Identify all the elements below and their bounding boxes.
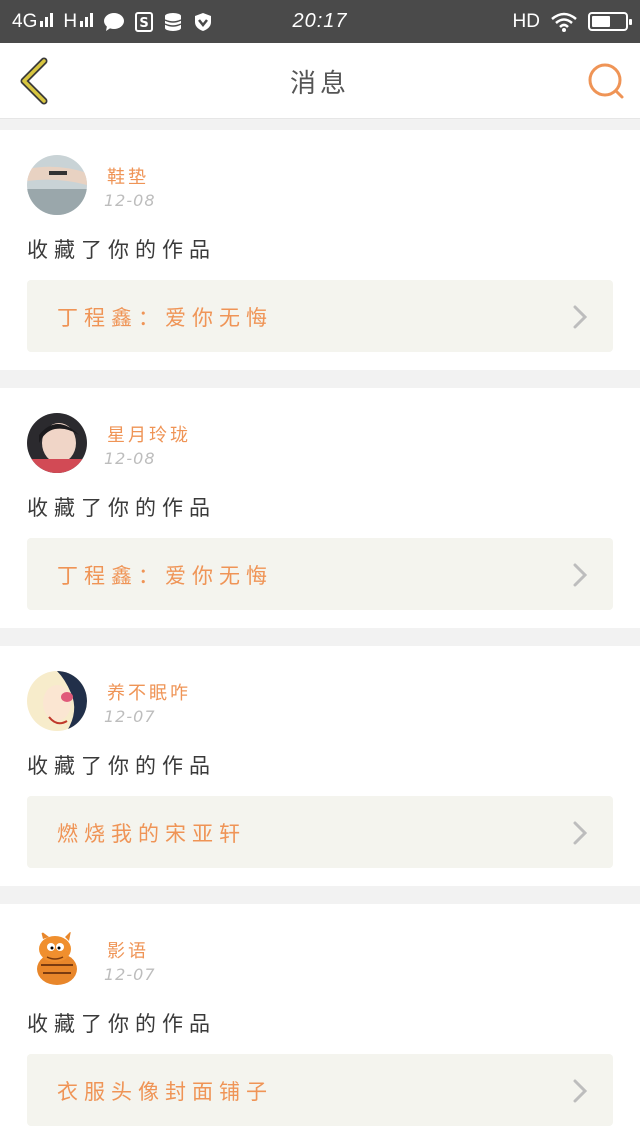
- work-title: 燃烧我的宋亚轩: [57, 822, 246, 846]
- chevron-right-icon: [573, 1079, 587, 1103]
- work-title: 衣服头像封面铺子: [57, 1080, 273, 1104]
- hd-label: HD: [512, 10, 540, 32]
- page-title: 消息: [289, 69, 350, 99]
- user-name[interactable]: 影语: [107, 937, 149, 963]
- user-name[interactable]: 养不眠咋: [107, 679, 191, 705]
- action-text: 收藏了你的作品: [27, 754, 216, 778]
- chevron-right-icon: [573, 563, 587, 587]
- user-name[interactable]: 星月玲珑: [107, 421, 191, 447]
- message-list: 鞋垫 12-08 收藏了你的作品 丁程鑫：爱你无悔 星月玲珑 12-08 收藏了…: [0, 130, 640, 1138]
- battery-icon: [588, 12, 632, 31]
- avatar-image-arm: [27, 155, 87, 215]
- signal-icon: [40, 11, 54, 27]
- signal-icon: [80, 11, 94, 27]
- wifi-icon: [550, 12, 578, 32]
- work-link[interactable]: 丁程鑫：爱你无悔: [27, 538, 613, 610]
- network-4g-label: 4G: [12, 11, 54, 33]
- message-date: 12-07: [104, 965, 156, 984]
- avatar[interactable]: [27, 671, 87, 731]
- avatar-image-boy: [27, 413, 87, 473]
- work-title: 丁程鑫：爱你无悔: [57, 564, 273, 588]
- message-card: 养不眠咋 12-07 收藏了你的作品 燃烧我的宋亚轩: [0, 646, 640, 886]
- action-text: 收藏了你的作品: [27, 238, 216, 262]
- avatar-image-illustration: [27, 671, 87, 731]
- nav-bar: 消息: [0, 43, 640, 119]
- chevron-right-icon: [573, 305, 587, 329]
- search-icon: [588, 63, 624, 99]
- chevron-right-icon: [573, 821, 587, 845]
- avatar[interactable]: [27, 155, 87, 215]
- database-icon: [163, 12, 183, 32]
- network-h-label: H: [63, 11, 94, 33]
- vpn-shield-icon: [193, 12, 213, 32]
- status-bar: 4G H S 20:17 HD: [0, 0, 640, 43]
- message-date: 12-08: [104, 191, 156, 210]
- work-link[interactable]: 衣服头像封面铺子: [27, 1054, 613, 1126]
- storage-s-icon: S: [135, 11, 154, 32]
- avatar-image-cat: [27, 929, 87, 989]
- message-date: 12-08: [104, 449, 156, 468]
- search-button[interactable]: [586, 61, 626, 101]
- svg-text:S: S: [139, 16, 148, 31]
- action-text: 收藏了你的作品: [27, 1012, 216, 1036]
- user-name[interactable]: 鞋垫: [107, 163, 149, 189]
- status-right: HD: [512, 10, 632, 33]
- message-card: 星月玲珑 12-08 收藏了你的作品 丁程鑫：爱你无悔: [0, 388, 640, 628]
- message-card: 影语 12-07 收藏了你的作品 衣服头像封面铺子: [0, 904, 640, 1138]
- chat-bubble-icon: [103, 12, 125, 32]
- status-left: 4G H S: [12, 11, 213, 33]
- avatar[interactable]: [27, 929, 87, 989]
- message-card: 鞋垫 12-08 收藏了你的作品 丁程鑫：爱你无悔: [0, 130, 640, 370]
- work-link[interactable]: 燃烧我的宋亚轩: [27, 796, 613, 868]
- action-text: 收藏了你的作品: [27, 496, 216, 520]
- work-link[interactable]: 丁程鑫：爱你无悔: [27, 280, 613, 352]
- battery-level: [592, 16, 610, 27]
- avatar[interactable]: [27, 413, 87, 473]
- work-title: 丁程鑫：爱你无悔: [57, 306, 273, 330]
- message-date: 12-07: [104, 707, 156, 726]
